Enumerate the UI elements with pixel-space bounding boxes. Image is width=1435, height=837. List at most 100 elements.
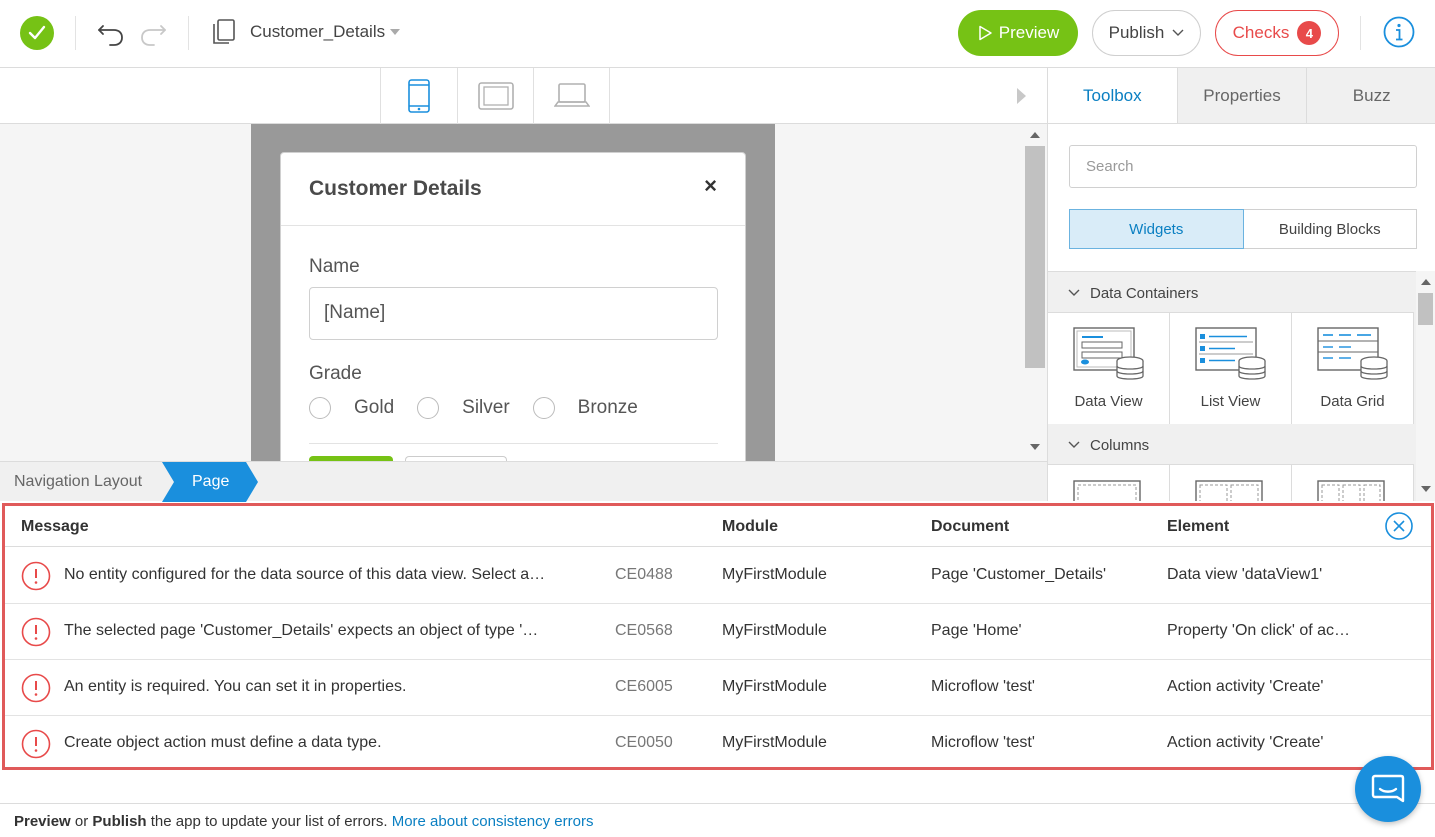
- consistency-errors-link[interactable]: More about consistency errors: [392, 813, 594, 830]
- tab-buzz[interactable]: Buzz: [1306, 68, 1435, 123]
- preview-button[interactable]: Preview: [958, 10, 1078, 56]
- customer-details-popup[interactable]: Customer Details × Name [Name] Grade Gol…: [280, 152, 746, 461]
- popup-title: Customer Details: [309, 177, 482, 200]
- publish-button[interactable]: Publish: [1092, 10, 1201, 56]
- tile-column-3[interactable]: [1292, 464, 1414, 501]
- consistency-errors-panel: Message Module Document Element No entit…: [2, 503, 1434, 770]
- toolbar-divider: [75, 16, 76, 50]
- tab-toolbox[interactable]: Toolbox: [1048, 68, 1177, 123]
- chat-support-button[interactable]: [1355, 756, 1421, 822]
- breadcrumb: Navigation Layout Page: [0, 461, 1047, 502]
- error-message: Create object action must define a data …: [64, 734, 382, 751]
- error-code: CE0568: [615, 622, 673, 639]
- column-header-element[interactable]: Element: [1167, 518, 1229, 536]
- data-grid-icon: [1317, 327, 1388, 380]
- group-data-containers[interactable]: Data Containers: [1048, 274, 1418, 312]
- column-tiles: [1048, 464, 1418, 501]
- undo-icon[interactable]: [94, 16, 128, 50]
- popup-header: Customer Details ×: [281, 153, 745, 226]
- error-module: MyFirstModule: [722, 622, 827, 639]
- error-code: CE6005: [615, 678, 673, 695]
- error-row[interactable]: An entity is required. You can set it in…: [5, 660, 1431, 716]
- radio-bronze[interactable]: [532, 397, 555, 419]
- column-header-module[interactable]: Module: [722, 518, 778, 536]
- panel-tabs: Toolbox Properties Buzz: [1048, 68, 1435, 124]
- checks-button[interactable]: Checks 4: [1215, 10, 1339, 56]
- error-row[interactable]: No entity configured for the data source…: [5, 548, 1431, 604]
- checks-count-badge: 4: [1297, 21, 1322, 45]
- group-label: Columns: [1090, 436, 1150, 454]
- close-icon[interactable]: ×: [704, 173, 717, 199]
- three-columns-icon: [1317, 480, 1385, 501]
- segment-building-blocks[interactable]: Building Blocks: [1243, 209, 1417, 249]
- toolbox-scrollbar[interactable]: [1416, 271, 1435, 501]
- scroll-down-icon[interactable]: [1421, 486, 1431, 492]
- status-ok-icon[interactable]: [20, 16, 54, 50]
- tile-column-2[interactable]: [1170, 464, 1292, 501]
- error-code: CE0050: [615, 734, 673, 751]
- column-header-document[interactable]: Document: [931, 518, 1009, 536]
- close-errors-icon[interactable]: [1385, 512, 1413, 540]
- error-module: MyFirstModule: [722, 734, 827, 751]
- radio-label-silver: Silver: [462, 397, 510, 418]
- phone-device-icon[interactable]: [380, 68, 457, 124]
- data-container-tiles: Data View List View Data Grid: [1048, 312, 1418, 424]
- name-label: Name: [309, 256, 360, 277]
- segment-widgets[interactable]: Widgets: [1069, 209, 1244, 249]
- scroll-thumb[interactable]: [1025, 146, 1045, 368]
- chevron-down-icon: [1172, 29, 1184, 36]
- name-input[interactable]: [Name]: [309, 287, 718, 340]
- preview-label: Preview: [998, 23, 1060, 42]
- footer-publish-word: Publish: [92, 813, 147, 830]
- scroll-up-icon[interactable]: [1030, 132, 1040, 138]
- toolbox-segment: Widgets Building Blocks: [1069, 209, 1417, 249]
- errors-table-header: Message Module Document Element: [5, 506, 1431, 547]
- error-icon: [21, 561, 51, 591]
- tile-data-view[interactable]: Data View: [1048, 312, 1170, 424]
- grade-radio-group: Gold Silver Bronze: [309, 397, 661, 419]
- radio-gold[interactable]: [309, 397, 331, 419]
- tile-column-1[interactable]: [1048, 464, 1170, 501]
- canvas-scrollbar[interactable]: [1025, 124, 1047, 461]
- tile-list-view[interactable]: List View: [1170, 312, 1292, 424]
- footer-text: the app to update your list of errors.: [146, 813, 392, 830]
- toolbox-search-input[interactable]: Search: [1069, 145, 1417, 188]
- tablet-device-icon[interactable]: [457, 68, 534, 124]
- two-columns-icon: [1195, 480, 1263, 501]
- error-document: Page 'Customer_Details': [931, 566, 1107, 583]
- redo-icon[interactable]: [136, 16, 170, 50]
- one-column-icon: [1073, 480, 1141, 501]
- right-panel: Toolbox Properties Buzz Search Widgets B…: [1047, 68, 1435, 501]
- tile-label: Data Grid: [1320, 393, 1385, 410]
- scroll-down-icon[interactable]: [1030, 444, 1040, 450]
- publish-label: Publish: [1108, 23, 1165, 42]
- errors-footer: Preview or Publish the app to update you…: [0, 803, 1435, 837]
- desktop-device-icon[interactable]: [533, 68, 610, 124]
- error-element: Property 'On click' of ac…: [1167, 622, 1351, 639]
- error-row[interactable]: Create object action must define a data …: [5, 716, 1431, 772]
- document-name[interactable]: Customer_Details: [250, 22, 385, 42]
- error-module: MyFirstModule: [722, 678, 827, 695]
- error-message: An entity is required. You can set it in…: [64, 678, 407, 695]
- error-message: The selected page 'Customer_Details' exp…: [64, 622, 539, 639]
- chevron-down-icon[interactable]: [390, 29, 400, 35]
- radio-label-bronze: Bronze: [577, 397, 638, 418]
- column-header-message[interactable]: Message: [21, 518, 89, 536]
- tile-data-grid[interactable]: Data Grid: [1292, 312, 1414, 424]
- group-columns[interactable]: Columns: [1048, 426, 1418, 464]
- error-row[interactable]: The selected page 'Customer_Details' exp…: [5, 604, 1431, 660]
- radio-label-gold: Gold: [354, 397, 395, 418]
- grade-label: Grade: [309, 363, 362, 384]
- scroll-up-icon[interactable]: [1421, 279, 1431, 285]
- error-icon: [21, 673, 51, 703]
- info-icon[interactable]: [1383, 16, 1415, 48]
- scroll-thumb[interactable]: [1418, 293, 1433, 325]
- breadcrumb-navigation-layout[interactable]: Navigation Layout: [14, 473, 142, 491]
- error-message: No entity configured for the data source…: [64, 566, 546, 583]
- collapse-panel-arrow-icon[interactable]: [1017, 88, 1026, 104]
- tab-properties[interactable]: Properties: [1176, 68, 1307, 123]
- radio-silver[interactable]: [417, 397, 440, 419]
- error-document: Microflow 'test': [931, 734, 1035, 751]
- chevron-down-icon: [1068, 441, 1080, 448]
- top-toolbar: Customer_Details Preview Publish Checks …: [0, 0, 1435, 68]
